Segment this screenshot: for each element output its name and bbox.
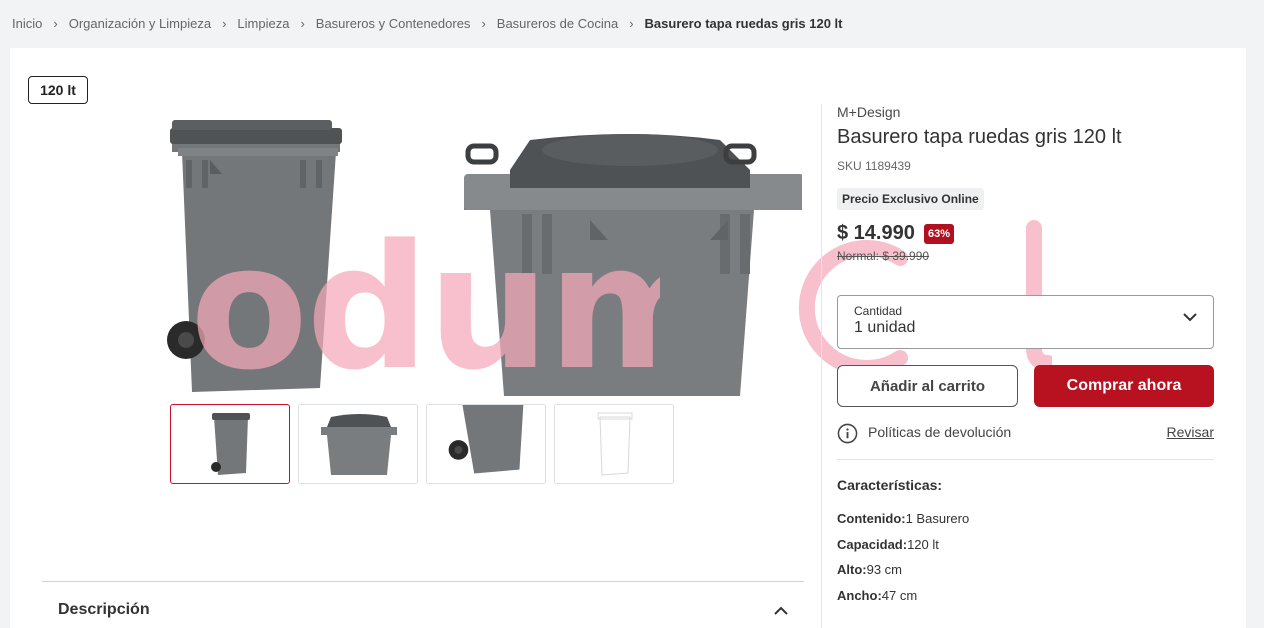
breadcrumb: Inicio › Organización y Limpieza › Limpi…: [12, 14, 843, 32]
discount-badge: 63%: [924, 224, 955, 244]
product-card: 120 lt odum Descripción M+Design Basurer…: [10, 48, 1246, 628]
returns-review-link[interactable]: Revisar: [1167, 424, 1214, 440]
buy-now-button[interactable]: Comprar ahora: [1034, 365, 1214, 407]
normal-price: Normal: $ 39.990: [837, 249, 930, 263]
thumbnail-1[interactable]: [170, 404, 290, 484]
chevron-up-icon[interactable]: [772, 602, 790, 620]
breadcrumb-link-cocina[interactable]: Basureros de Cocina: [497, 16, 618, 31]
info-divider: [837, 459, 1214, 460]
breadcrumb-current: Basurero tapa ruedas gris 120 lt: [644, 15, 843, 31]
chevron-right-icon: ›: [481, 15, 486, 31]
capacity-tag: 120 lt: [28, 76, 88, 104]
bin-thumbnail-image: [211, 413, 250, 475]
product-sku: SKU 1189439: [837, 159, 911, 173]
info-icon: [837, 423, 858, 444]
breadcrumb-link-limpieza[interactable]: Limpieza: [237, 16, 289, 31]
breadcrumb-link-organizacion[interactable]: Organización y Limpieza: [69, 16, 211, 31]
watermark: odum.cl: [190, 213, 660, 403]
chevron-down-icon: [1183, 313, 1197, 322]
chevron-right-icon: ›: [222, 15, 227, 31]
breadcrumb-link-basureros[interactable]: Basureros y Contenedores: [316, 16, 471, 31]
feature-item: Alto:93 cm: [837, 562, 903, 577]
description-divider: [42, 581, 804, 582]
returns-policy-text: Políticas de devolución: [868, 424, 1012, 440]
breadcrumb-link-inicio[interactable]: Inicio: [12, 16, 42, 31]
quantity-select[interactable]: Cantidad 1 unidad: [837, 295, 1214, 349]
column-divider: [821, 104, 822, 628]
thumbnail-4[interactable]: [554, 404, 674, 484]
bin-thumbnail-image: [448, 405, 524, 474]
quantity-value: 1 unidad: [854, 319, 916, 336]
product-title: Basurero tapa ruedas gris 120 lt: [837, 126, 1122, 148]
features-title: Características:: [837, 477, 943, 493]
chevron-right-icon: ›: [629, 15, 634, 31]
thumbnail-strip: [170, 404, 674, 484]
returns-policy-row: Políticas de devolución Revisar: [837, 422, 1214, 444]
feature-item: Ancho:47 cm: [837, 588, 918, 603]
bin-thumbnail-image: [321, 414, 397, 475]
product-price: $ 14.990: [837, 222, 915, 244]
add-to-cart-button[interactable]: Añadir al carrito: [837, 365, 1018, 407]
feature-item: Contenido:1 Basurero: [837, 511, 970, 526]
description-title[interactable]: Descripción: [58, 601, 150, 619]
feature-item: Capacidad:120 lt: [837, 537, 939, 552]
chevron-right-icon: ›: [300, 15, 305, 31]
quantity-label: Cantidad: [854, 304, 903, 318]
thumbnail-3[interactable]: [426, 404, 546, 484]
chevron-right-icon: ›: [53, 15, 58, 31]
thumbnail-2[interactable]: [298, 404, 418, 484]
online-price-badge: Precio Exclusivo Online: [837, 188, 984, 210]
product-brand[interactable]: M+Design: [837, 104, 900, 120]
bin-thumbnail-image: [597, 412, 633, 476]
